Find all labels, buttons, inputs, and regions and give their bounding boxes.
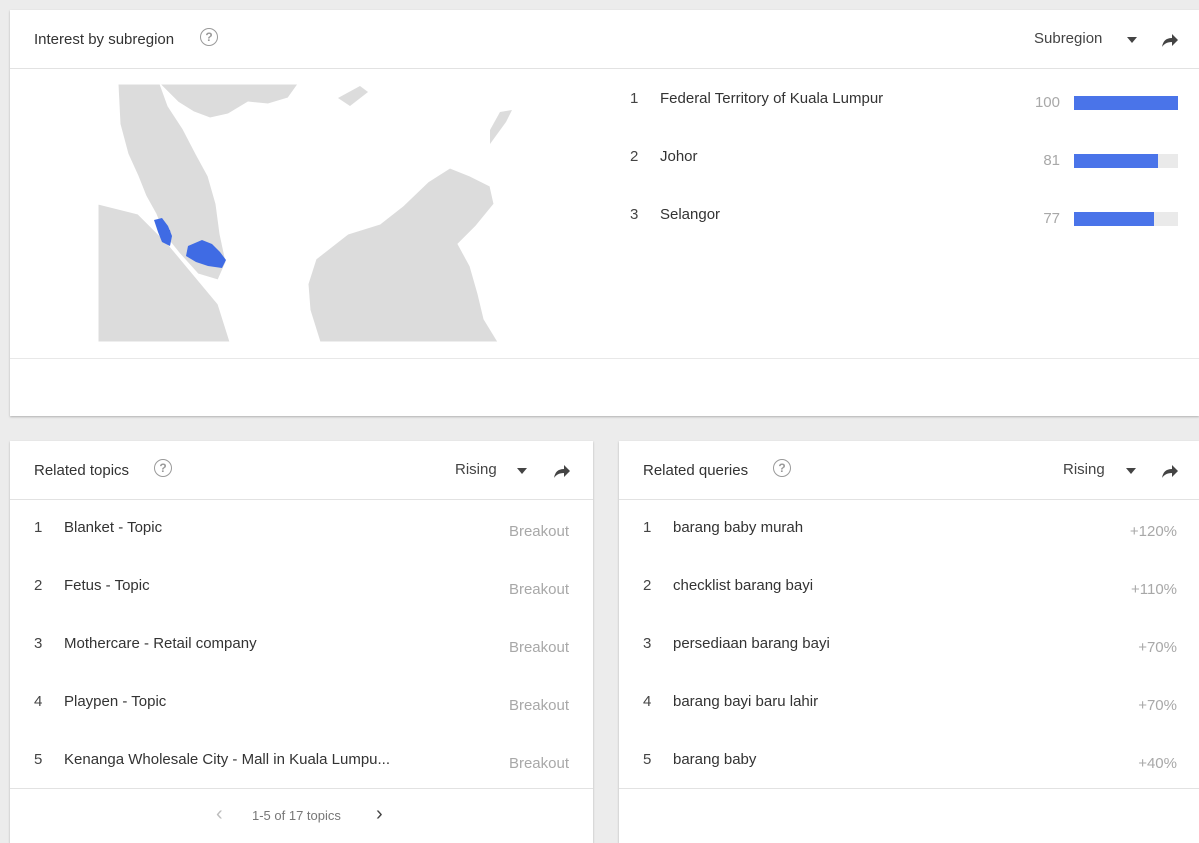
prev-page-button[interactable]: ‹ (216, 803, 223, 826)
list-item[interactable]: 2 Fetus - Topic Breakout (10, 557, 593, 615)
share-icon[interactable] (1160, 461, 1180, 481)
pagination-text: 1-5 of 17 topics (252, 808, 341, 823)
caret-down-icon[interactable] (1127, 37, 1137, 43)
item-rank: 4 (643, 693, 652, 710)
queries-footer (619, 788, 1199, 843)
item-rank: 5 (34, 751, 43, 768)
item-rank: 1 (643, 519, 652, 536)
item-rank: 2 (34, 577, 43, 594)
next-page-button[interactable]: › (376, 803, 383, 826)
item-rank: 3 (630, 206, 639, 223)
list-item[interactable]: 1 Blanket - Topic Breakout (10, 499, 593, 557)
value-bar (1074, 96, 1178, 110)
item-value: Breakout (508, 523, 569, 540)
list-item[interactable]: 3 Mothercare - Retail company Breakout (10, 615, 593, 673)
value-bar-track (1074, 96, 1178, 110)
item-value: Breakout (508, 697, 569, 714)
item-label[interactable]: Blanket - Topic (64, 519, 162, 536)
item-value: Breakout (508, 639, 569, 656)
item-label[interactable]: Mothercare - Retail company (64, 635, 257, 652)
item-label[interactable]: barang baby murah (673, 519, 803, 536)
queries-title: Related queries (643, 462, 749, 479)
help-icon[interactable]: ? (773, 459, 791, 477)
item-label[interactable]: persediaan barang bayi (673, 635, 830, 652)
item-label: Federal Territory of Kuala Lumpur (660, 90, 884, 107)
item-rank: 2 (630, 148, 639, 165)
value-bar-track (1074, 154, 1178, 168)
topics-title: Related topics (34, 462, 130, 479)
list-item[interactable]: 4 Playpen - Topic Breakout (10, 673, 593, 731)
related-topics-card: Related topics ? Rising 1 Blanket - Topi… (10, 441, 593, 843)
list-item[interactable]: 3 Selangor 77 (606, 186, 1199, 244)
item-value: Breakout (508, 581, 569, 598)
item-rank: 5 (643, 751, 652, 768)
caret-down-icon[interactable] (517, 468, 527, 474)
subregion-title: Interest by subregion (34, 31, 175, 48)
item-rank: 3 (34, 635, 43, 652)
item-value: +40% (1138, 755, 1177, 772)
list-item[interactable]: 1 Federal Territory of Kuala Lumpur 100 (606, 70, 1199, 128)
item-value: 100 (1034, 94, 1060, 111)
list-item[interactable]: 5 Kenanga Wholesale City - Mall in Kuala… (10, 731, 593, 789)
value-bar (1074, 154, 1159, 168)
list-item[interactable]: 2 checklist barang bayi +110% (619, 557, 1199, 615)
value-bar (1074, 212, 1155, 226)
help-icon[interactable]: ? (200, 28, 218, 46)
item-label[interactable]: Fetus - Topic (64, 577, 150, 594)
queries-selector[interactable]: Rising (1063, 461, 1105, 478)
related-queries-card: Related queries ? Rising 1 barang baby m… (619, 441, 1199, 843)
item-label: Selangor (660, 206, 721, 223)
subregion-map[interactable] (98, 84, 518, 342)
subregion-header: Interest by subregion ? Subregion (10, 10, 1199, 69)
list-item[interactable]: 5 barang baby +40% (619, 731, 1199, 789)
item-label[interactable]: Kenanga Wholesale City - Mall in Kuala L… (64, 751, 390, 768)
item-rank: 2 (643, 577, 652, 594)
caret-down-icon[interactable] (1126, 468, 1136, 474)
list-item[interactable]: 1 barang baby murah +120% (619, 499, 1199, 557)
item-value: +120% (1129, 523, 1177, 540)
list-item[interactable]: 2 Johor 81 (606, 128, 1199, 186)
subregion-list: 1 Federal Territory of Kuala Lumpur 100 … (606, 68, 1199, 359)
item-rank: 1 (630, 90, 639, 107)
subregion-selector[interactable]: Subregion (1034, 30, 1102, 47)
item-value: +70% (1138, 697, 1177, 714)
share-icon[interactable] (1160, 30, 1180, 50)
share-icon[interactable] (552, 461, 572, 481)
map-divider (10, 358, 606, 359)
item-label[interactable]: Playpen - Topic (64, 693, 166, 710)
list-item[interactable]: 4 barang bayi baru lahir +70% (619, 673, 1199, 731)
item-label: Johor (660, 148, 698, 165)
topics-selector[interactable]: Rising (455, 461, 497, 478)
item-rank: 3 (643, 635, 652, 652)
item-value: +110% (1130, 581, 1177, 598)
queries-header: Related queries ? Rising (619, 441, 1199, 500)
value-bar-track (1074, 212, 1178, 226)
list-item[interactable]: 3 persediaan barang bayi +70% (619, 615, 1199, 673)
item-rank: 1 (34, 519, 43, 536)
topics-header: Related topics ? Rising (10, 441, 593, 500)
subregion-card: Interest by subregion ? Subregion 1 Fede… (10, 10, 1199, 416)
item-value: 77 (1043, 210, 1060, 227)
item-value: +70% (1138, 639, 1177, 656)
item-rank: 4 (34, 693, 43, 710)
help-icon[interactable]: ? (154, 459, 172, 477)
item-label[interactable]: barang baby (673, 751, 756, 768)
item-value: Breakout (508, 755, 569, 772)
item-label[interactable]: barang bayi baru lahir (673, 693, 818, 710)
topics-pagination: ‹ 1-5 of 17 topics › (10, 788, 593, 843)
item-value: 81 (1043, 152, 1060, 169)
item-label[interactable]: checklist barang bayi (673, 577, 813, 594)
